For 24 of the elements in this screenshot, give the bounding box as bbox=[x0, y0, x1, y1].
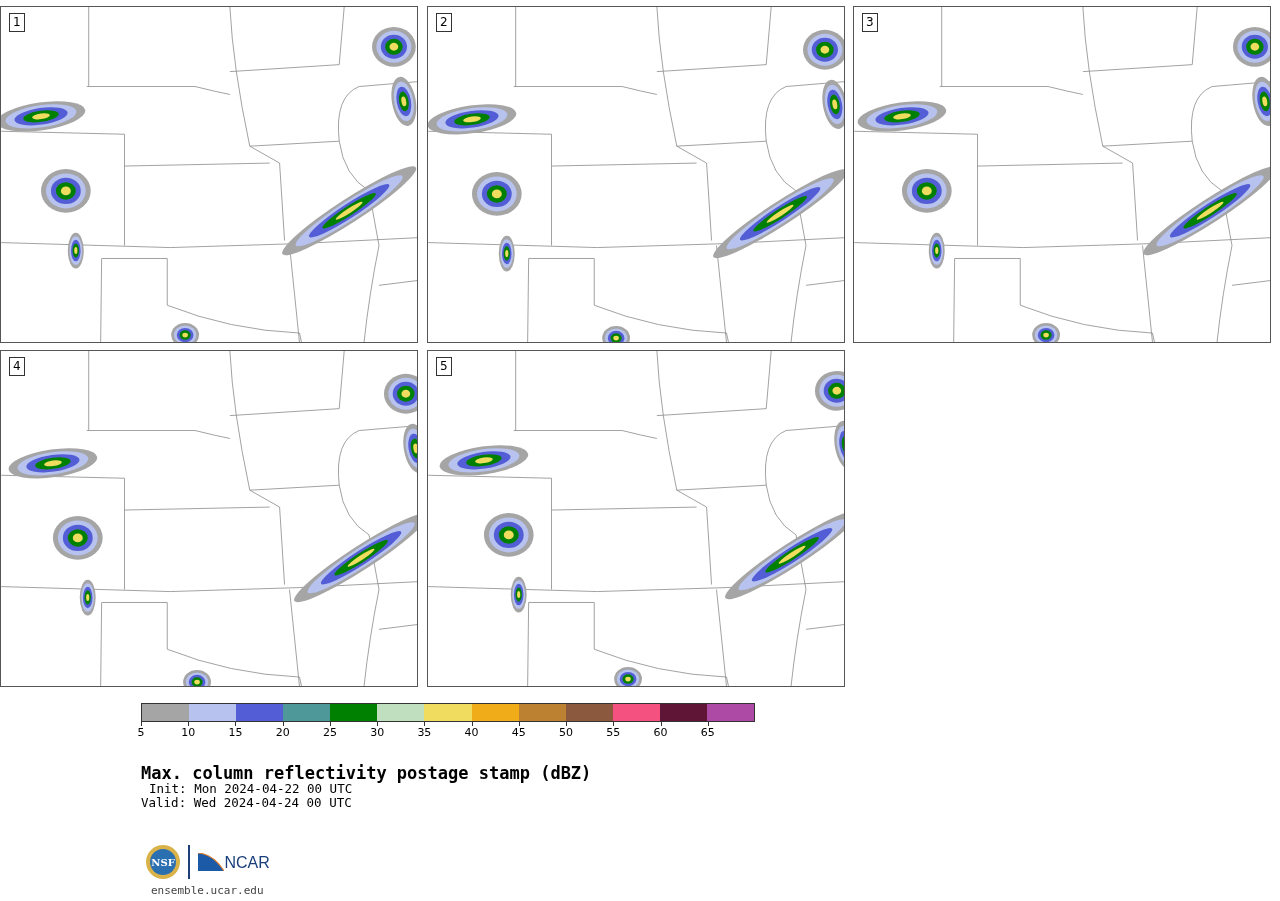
panel-number: 3 bbox=[862, 13, 878, 32]
panel-number: 4 bbox=[9, 357, 25, 376]
nsf-seal-logo: NSF bbox=[146, 845, 180, 879]
tick-label: 50 bbox=[559, 727, 574, 739]
valid-time: Valid: Wed 2024-04-24 00 UTC bbox=[141, 796, 353, 810]
tick-label: 65 bbox=[700, 727, 715, 739]
website-url: ensemble.ucar.edu bbox=[151, 883, 265, 899]
tick-label: 60 bbox=[653, 727, 668, 739]
panel-number: 5 bbox=[436, 357, 452, 376]
tick-label: 20 bbox=[275, 727, 290, 739]
init-time: Init: Mon 2024-04-22 00 UTC bbox=[148, 782, 353, 796]
chart-title: Max. column reflectivity postage stamp (dBZ) bbox=[141, 764, 593, 782]
tick-label: 5 bbox=[137, 727, 145, 739]
ncar-logo: NCAR bbox=[197, 853, 270, 871]
tick-label: 30 bbox=[370, 727, 385, 739]
tick-label: 55 bbox=[606, 727, 621, 739]
tick-label: 10 bbox=[181, 727, 196, 739]
panel-number: 1 bbox=[9, 13, 25, 32]
tick-label: 45 bbox=[511, 727, 526, 739]
tick-label: 35 bbox=[417, 727, 432, 739]
tick-label: 40 bbox=[464, 727, 479, 739]
tick-label: 15 bbox=[228, 727, 243, 739]
tick-label: 25 bbox=[322, 727, 337, 739]
panel-number: 2 bbox=[436, 13, 452, 32]
